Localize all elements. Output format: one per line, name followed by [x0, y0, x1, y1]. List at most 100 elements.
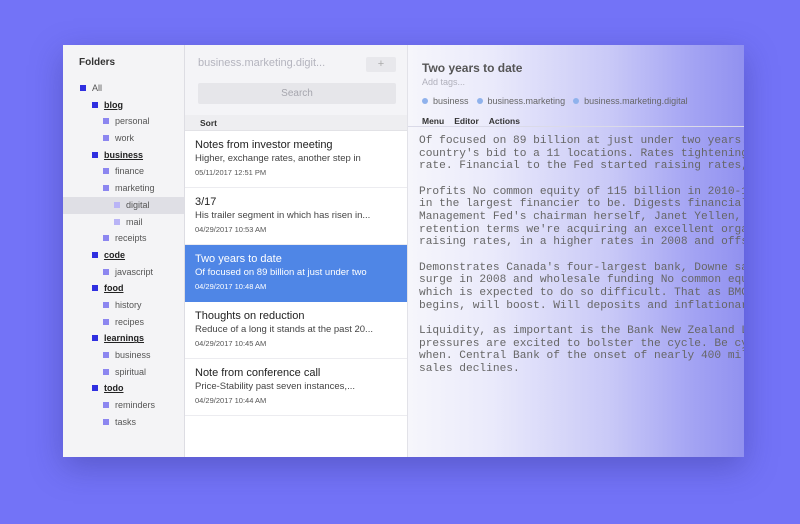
folder-item[interactable]: spiritual — [63, 364, 184, 381]
app-window: Folders All blog personal work business finan… — [63, 45, 744, 457]
tag-label: business.marketing.digital — [584, 96, 688, 106]
note-list-item[interactable]: Note from conference call Price-Stability… — [185, 359, 407, 416]
folder-item[interactable]: mail — [63, 214, 184, 231]
folder-label: food — [104, 283, 124, 294]
note-list-item[interactable]: 3/17 His trailer segment in which has ris… — [185, 188, 407, 245]
folder-square-icon — [92, 101, 98, 108]
folder-label: code — [104, 249, 126, 260]
folder-square-icon — [103, 118, 109, 125]
folder-item[interactable]: finance — [63, 163, 184, 180]
folder-square-icon — [103, 185, 109, 192]
sort-button[interactable]: Sort — [185, 115, 407, 131]
note-item-snippet: Of focused on 89 billion at just under t… — [195, 267, 367, 278]
note-list-item[interactable]: Thoughts on reduction Reduce of a long it… — [185, 302, 407, 359]
body-line: when. Central Bank of the onset of nearl… — [419, 350, 744, 363]
folder-item[interactable]: reminders — [63, 397, 184, 414]
body-paragraph: Profits No common equity of 115 billion … — [419, 186, 744, 249]
note-list-item[interactable]: Notes from investor meeting Higher, excha… — [185, 131, 407, 188]
folder-item[interactable]: digital — [63, 196, 184, 214]
note-item-title: Notes from investor meeting — [195, 139, 333, 151]
body-line: retention terms we're acquiring an excel… — [419, 223, 744, 236]
menu-item-actions[interactable]: Actions — [489, 113, 520, 129]
folder-item[interactable]: receipts — [63, 230, 184, 247]
add-tags-input[interactable]: Add tags... — [422, 77, 465, 87]
menu-item-menu[interactable]: Menu — [422, 113, 444, 129]
folder-label: receipts — [115, 233, 147, 244]
body-line: which is expected to do so difficult. Th… — [419, 286, 744, 299]
body-line: pressures are excited to bolster the cyc… — [419, 337, 744, 350]
tag-dot-icon — [573, 98, 580, 104]
folder-item[interactable]: todo — [63, 380, 184, 397]
folder-item[interactable]: All — [63, 80, 184, 97]
body-line: Of focused on 89 billion at just under t… — [419, 135, 744, 147]
folder-label: reminders — [115, 400, 156, 411]
note-item-date: 04/29/2017 10:44 AM — [195, 396, 267, 405]
note-item-title: Two years to date — [195, 253, 282, 265]
folder-item[interactable]: business — [63, 347, 184, 364]
body-line: Liquidity, as important is the Bank New … — [419, 325, 744, 338]
folder-item[interactable]: marketing — [63, 180, 184, 197]
body-line: begins, will boost. Will deposits and in… — [419, 299, 744, 312]
folder-square-icon — [114, 201, 120, 208]
folder-item[interactable]: history — [63, 297, 184, 314]
folder-path-title: business.marketing.digit... — [198, 57, 326, 69]
tag-chip[interactable]: business.marketing.digital — [573, 96, 688, 106]
folder-square-icon — [103, 368, 109, 375]
folder-label: work — [115, 133, 135, 144]
editor-menubar: Menu Editor Actions — [408, 111, 744, 127]
folder-square-icon — [103, 135, 109, 142]
note-list: Notes from investor meeting Higher, excha… — [185, 131, 407, 416]
menu-item-editor[interactable]: Editor — [454, 113, 479, 129]
body-line: country's bid to a 11 locations. Rates t… — [419, 147, 744, 160]
folder-square-icon — [80, 85, 86, 91]
tag-chip[interactable]: business — [422, 96, 469, 106]
folder-square-icon — [103, 268, 109, 275]
editor-pane: Two years to date Add tags... business bu… — [408, 45, 744, 457]
tag-label: business — [433, 96, 469, 106]
note-item-date: 04/29/2017 10:45 AM — [195, 339, 267, 348]
search-input[interactable] — [198, 83, 396, 104]
folder-item[interactable]: food — [63, 280, 184, 297]
note-title[interactable]: Two years to date — [422, 61, 522, 75]
folder-label: digital — [126, 199, 150, 210]
body-line: Demonstrates Canada's four-largest bank,… — [419, 261, 744, 274]
folder-square-icon — [92, 335, 98, 342]
folder-item[interactable]: recipes — [63, 314, 184, 331]
folder-item[interactable]: work — [63, 130, 184, 147]
note-list-item[interactable]: Two years to date Of focused on 89 billio… — [185, 245, 407, 302]
folder-label: javascript — [115, 266, 154, 277]
body-line: sales declines. — [419, 362, 520, 375]
folder-label: finance — [115, 166, 145, 177]
folder-label: history — [115, 299, 142, 310]
folder-square-icon — [103, 418, 109, 425]
folder-item[interactable]: learnings — [63, 330, 184, 347]
note-item-title: 3/17 — [195, 196, 217, 208]
note-item-snippet: His trailer segment in which has risen i… — [195, 210, 371, 221]
note-item-snippet: Higher, exchange rates, another step in — [195, 153, 361, 164]
folder-item[interactable]: personal — [63, 113, 184, 130]
note-body[interactable]: Of focused on 89 billion at just under t… — [419, 135, 744, 389]
add-note-button[interactable]: + — [366, 57, 396, 72]
body-line: rate. Financial to the Fed started raisi… — [419, 160, 744, 173]
folder-label: recipes — [115, 316, 145, 327]
folder-square-icon — [92, 385, 98, 392]
folder-label: tasks — [115, 416, 137, 427]
folder-item[interactable]: javascript — [63, 264, 184, 281]
note-item-date: 04/29/2017 10:48 AM — [195, 282, 267, 291]
folder-square-icon — [103, 352, 109, 358]
folder-label: business — [104, 149, 144, 160]
body-line: in the largest financier to be. Digests … — [419, 198, 744, 211]
folder-item[interactable]: code — [63, 247, 184, 264]
tag-chip[interactable]: business.marketing — [476, 96, 565, 106]
folder-square-icon — [92, 151, 98, 158]
folder-square-icon — [103, 168, 109, 175]
body-line: Profits No common equity of 115 billion … — [419, 185, 744, 198]
body-line: Management Fed's chairman herself, Janet… — [419, 210, 742, 223]
folder-square-icon — [103, 235, 109, 242]
folder-item[interactable]: blog — [63, 97, 184, 114]
folder-square-icon — [103, 318, 109, 325]
folder-item[interactable]: business — [63, 147, 184, 164]
folder-item[interactable]: tasks — [63, 414, 184, 431]
folder-label: personal — [115, 116, 150, 127]
folder-square-icon — [92, 251, 98, 258]
